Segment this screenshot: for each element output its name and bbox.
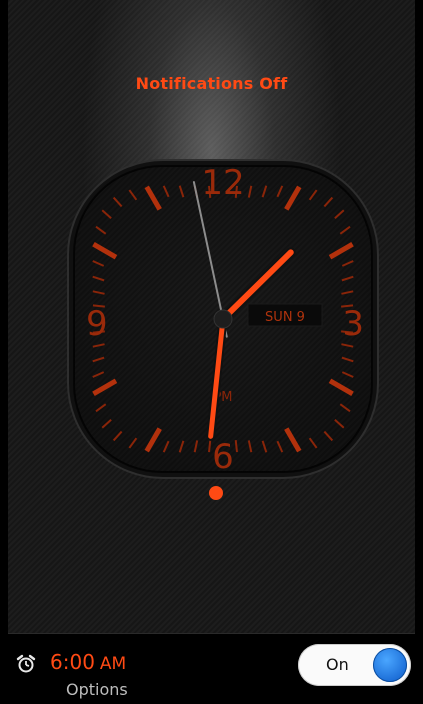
alarm-options-link[interactable]: Options bbox=[66, 680, 128, 700]
alarm-toggle-knob[interactable] bbox=[373, 648, 407, 682]
alarm-bar: 6:00 AM Options On bbox=[8, 634, 415, 704]
date-label: SUN 9 bbox=[265, 310, 305, 325]
alarm-toggle[interactable]: On bbox=[298, 644, 411, 686]
numeral-6: 6 bbox=[212, 437, 234, 477]
minute-tick bbox=[208, 440, 212, 453]
device-frame-right bbox=[415, 0, 423, 704]
alarm-time-value: 6:00 bbox=[50, 650, 95, 674]
minute-tick bbox=[234, 440, 238, 453]
numeral-12: 12 bbox=[201, 163, 244, 203]
numeral-3: 3 bbox=[342, 304, 364, 344]
hands-hub bbox=[213, 309, 233, 329]
alarm-toggle-label: On bbox=[326, 655, 349, 674]
numeral-9: 9 bbox=[86, 304, 108, 344]
device-frame-left bbox=[0, 0, 8, 704]
notifications-status: Notifications Off bbox=[135, 74, 288, 93]
alarm-time[interactable]: 6:00 AM bbox=[50, 650, 126, 676]
bedside-clock-screen: Notifications Off 12 3 6 9 SUN 9 PM bbox=[8, 0, 415, 634]
analog-clock: 12 3 6 9 SUN 9 PM bbox=[66, 158, 380, 484]
alarm-ampm: AM bbox=[99, 654, 127, 674]
alarm-clock-icon bbox=[16, 654, 36, 674]
page-indicator-dot bbox=[209, 486, 223, 500]
